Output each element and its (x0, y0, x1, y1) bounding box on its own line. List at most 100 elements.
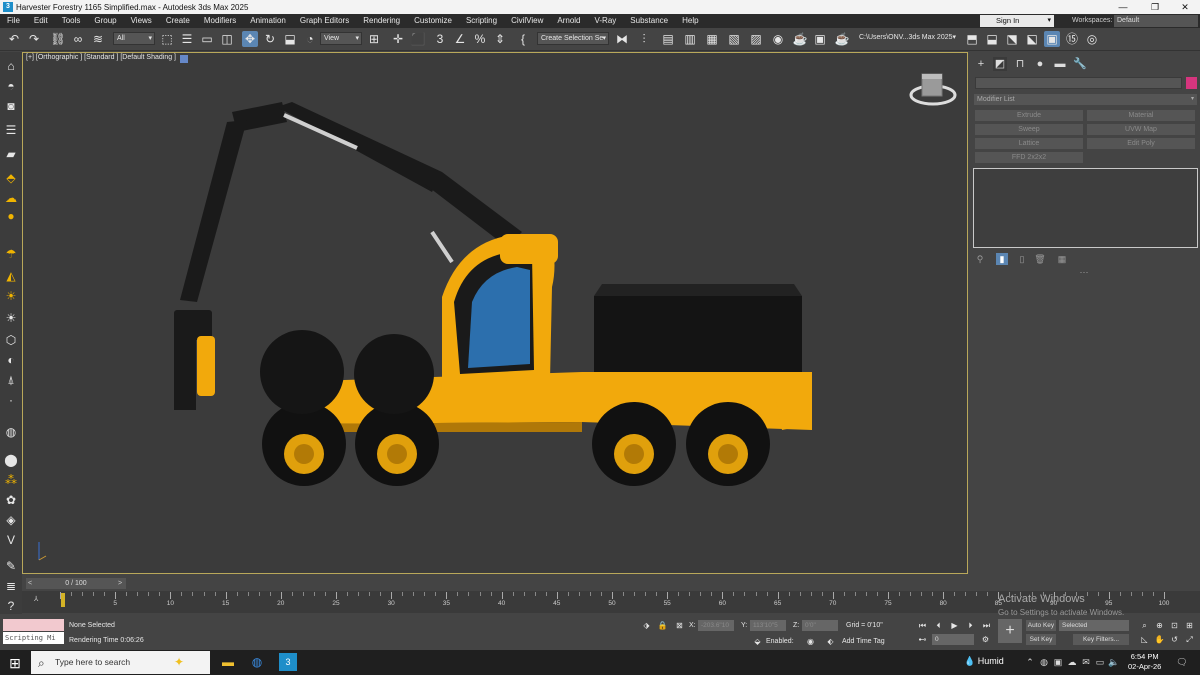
unlink-icon[interactable]: ∞ (70, 31, 86, 47)
autodesk-assistant-icon[interactable]: ◎ (1084, 31, 1100, 47)
isolate-selection-icon[interactable]: ⬗ (640, 619, 653, 632)
maxscript-listener-input[interactable]: Scripting Mi (3, 632, 64, 644)
reference-coordinate-dropdown[interactable]: View (320, 32, 362, 45)
project-path-dropdown[interactable]: C:\Users\ONV...3ds Max 2025 (856, 32, 958, 45)
field-of-view-icon[interactable]: ◺ (1138, 633, 1151, 646)
workspace-dropdown[interactable]: Default (1114, 15, 1198, 27)
pin-stack-icon[interactable]: ⚲ (974, 253, 986, 265)
add-time-tag-button[interactable]: Add Time Tag (842, 638, 885, 645)
sun-white-icon[interactable]: ☀ (3, 310, 19, 326)
cube-icon[interactable]: ⬡ (3, 332, 19, 348)
display-tab-icon[interactable]: ▬ (1053, 57, 1067, 71)
set-keys-icon[interactable]: + (998, 619, 1022, 643)
edit-named-selection-icon[interactable]: { (515, 31, 531, 47)
bind-space-warp-icon[interactable]: ≋ (90, 31, 106, 47)
layer-explorer-icon[interactable]: ▥ (682, 31, 698, 47)
menu-vray[interactable]: V-Ray (588, 14, 624, 28)
blank-tool-icon[interactable]: · (3, 392, 19, 408)
modifier-button-lattice[interactable]: Lattice (975, 138, 1083, 149)
orbit-icon[interactable]: ↺ (1168, 633, 1181, 646)
next-frame-icon[interactable]: ⏵ (964, 619, 977, 632)
balls-icon[interactable]: ⁂ (3, 472, 19, 488)
shade-icon[interactable]: ☂ (3, 246, 19, 262)
bake-icon[interactable]: ◈ (3, 512, 19, 528)
modifier-list-dropdown[interactable]: Modifier List (974, 94, 1197, 105)
menu-file[interactable]: File (0, 14, 27, 28)
y-coordinate-field[interactable]: 113'10"5 (750, 620, 786, 631)
maximize-icon[interactable]: ❐ (1140, 0, 1170, 14)
percent-snap-icon[interactable]: % (472, 31, 488, 47)
menu-customize[interactable]: Customize (407, 14, 459, 28)
tray-mail-icon[interactable]: ✉ (1080, 655, 1092, 669)
mirror-icon[interactable]: ⧓ (614, 31, 630, 47)
time-cursor[interactable] (61, 593, 65, 607)
tripod-icon[interactable]: ⍋ (3, 372, 19, 388)
modifier-stack[interactable] (973, 168, 1198, 248)
notifications-icon[interactable]: 🗨 (1176, 655, 1188, 669)
time-slider-next-button[interactable]: > (118, 578, 122, 589)
keyboard-shortcut-override-icon[interactable]: ⬛ (410, 31, 426, 47)
goto-start-icon[interactable]: ⏮ (916, 619, 929, 632)
close-icon[interactable]: ✕ (1170, 0, 1200, 14)
time-slider[interactable]: 0 / 100 (26, 578, 126, 589)
menu-tools[interactable]: Tools (55, 14, 88, 28)
modifier-button-uvw-map[interactable]: UVW Map (1087, 124, 1195, 135)
windows-start-icon[interactable]: ⊞ (6, 654, 24, 672)
tray-cloud-icon[interactable]: ☁ (1066, 655, 1078, 669)
motion-tab-icon[interactable]: ● (1033, 57, 1047, 71)
orb-icon[interactable]: ● (3, 208, 19, 224)
zoom-icon[interactable]: ⌕ (1138, 619, 1151, 632)
modify-tab-icon[interactable]: ◩ (993, 57, 1007, 71)
goto-end-icon[interactable]: ⏭ (980, 619, 993, 632)
help-icon[interactable]: ? (3, 598, 19, 614)
weather-widget[interactable]: 💧 Humid (964, 656, 1004, 667)
render-camera-icon[interactable]: ▰ (3, 146, 19, 162)
view-cube[interactable] (909, 73, 957, 106)
maxscript-listener-output[interactable] (3, 619, 64, 631)
tray-overflow-icon[interactable]: ⌃ (1024, 655, 1036, 669)
menu-scripting[interactable]: Scripting (459, 14, 504, 28)
select-and-rotate-icon[interactable]: ↻ (262, 31, 278, 47)
list-icon[interactable]: ☰ (3, 122, 19, 138)
snaps-toggle-icon[interactable]: 3 (432, 31, 448, 47)
select-and-scale-icon[interactable]: ⬓ (282, 31, 298, 47)
pivot-center-icon[interactable]: ⊞ (366, 31, 382, 47)
file-explorer-icon[interactable]: ▬ (219, 653, 237, 671)
brush-icon[interactable]: ✎ (3, 558, 19, 574)
render-production-icon[interactable]: ☕ (834, 31, 850, 47)
menu-substance[interactable]: Substance (623, 14, 675, 28)
enabled-toggle-icon[interactable]: ◉ (804, 635, 817, 648)
zoom-extents-all-icon[interactable]: ⊞ (1183, 619, 1196, 632)
menu-modifiers[interactable]: Modifiers (197, 14, 243, 28)
material-editor-icon[interactable]: ◉ (770, 31, 786, 47)
cloud-icon[interactable]: ☁ (3, 190, 19, 206)
object-name-field[interactable] (975, 77, 1182, 89)
vray-icon[interactable]: V (3, 532, 19, 548)
remove-modifier-icon[interactable]: 🗑 (1034, 253, 1046, 265)
object-color-swatch[interactable] (1186, 77, 1197, 89)
create-tab-icon[interactable]: + (974, 57, 988, 71)
sphere-icon[interactable]: ◓ (3, 78, 19, 94)
menu-create[interactable]: Create (159, 14, 197, 28)
select-object-icon[interactable]: ⬚ (159, 31, 175, 47)
current-frame-field[interactable]: 0 (932, 634, 974, 645)
window-crossing-icon[interactable]: ◫ (219, 31, 235, 47)
set-key-button[interactable]: Set Key (1026, 634, 1056, 645)
time-configuration-small-icon[interactable]: ⚙ (979, 633, 992, 646)
time-slider-prev-button[interactable]: < (28, 578, 32, 589)
3dsmax-taskbar-icon[interactable]: 3 (279, 653, 297, 671)
time-configuration-icon[interactable]: ⑮ (1064, 31, 1080, 47)
project-folder-icon[interactable]: ⬒ (964, 31, 980, 47)
ribbon-toggle-icon[interactable]: ▦ (704, 31, 720, 47)
utilities-tab-icon[interactable]: 🔧 (1073, 57, 1087, 71)
show-end-result-icon[interactable]: ▮ (996, 253, 1008, 265)
x-coordinate-field[interactable]: -203.6"10 (698, 620, 734, 631)
auto-key-button[interactable]: Auto Key (1026, 620, 1056, 631)
select-manipulate-icon[interactable]: ✛ (390, 31, 406, 47)
adaptive-degradation-icon[interactable]: ⬙ (751, 635, 764, 648)
save-project-icon[interactable]: ⬔ (1004, 31, 1020, 47)
zoom-all-icon[interactable]: ⊕ (1153, 619, 1166, 632)
menu-help[interactable]: Help (675, 14, 705, 28)
material-icon[interactable]: ◍ (3, 424, 19, 440)
globe-icon[interactable]: ◐ (3, 352, 19, 368)
